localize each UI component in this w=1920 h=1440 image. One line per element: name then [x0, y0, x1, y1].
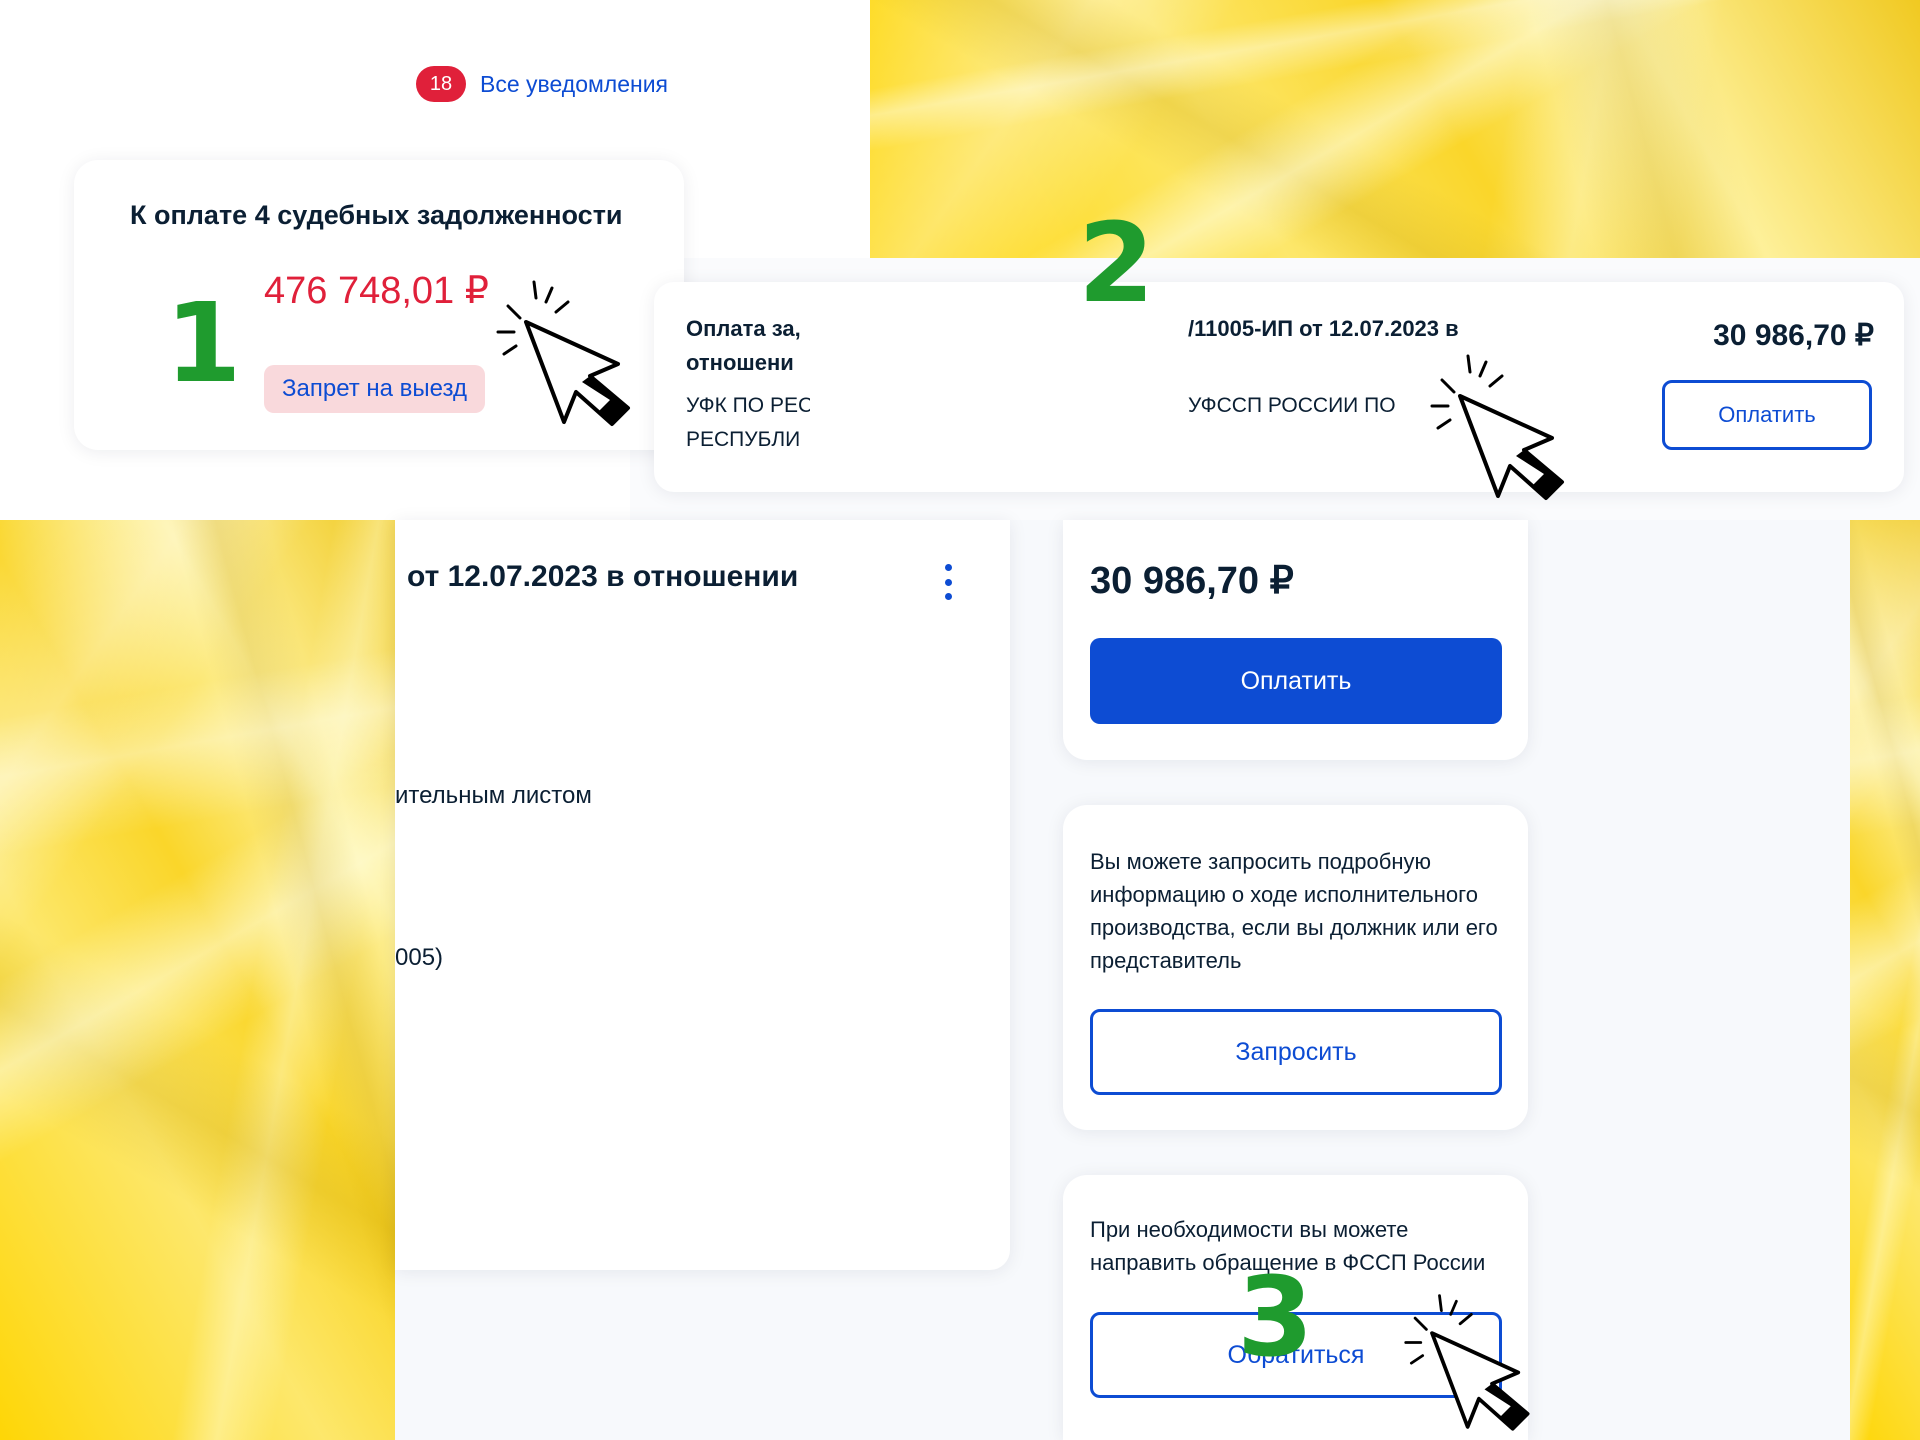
yellow-background-top-right [870, 0, 1920, 260]
yellow-background-right [1850, 520, 1920, 1440]
notifications-link[interactable]: 18 Все уведомления [416, 66, 668, 102]
payment-row-pay-button[interactable]: Оплатить [1662, 380, 1872, 450]
request-info-panel: Вы можете запросить подробную информацию… [1063, 805, 1528, 1130]
debt-detail-card: от 12.07.2023 в отношении ительным листо… [395, 520, 1010, 1270]
debt-summary-title: К оплате 4 судебных задолженности [130, 200, 623, 230]
step-number-1: 1 [165, 279, 242, 407]
detail-line-code: 005) [395, 944, 444, 971]
detail-heading: от 12.07.2023 в отношении [407, 560, 799, 593]
request-info-text: Вы можете запросить подробную информацию… [1090, 849, 1498, 973]
payment-title-left: Оплата за, [686, 316, 801, 341]
payment-recipient-left: УФК ПО РЕС [686, 394, 810, 417]
debt-amount: 476 748,01 ₽ [264, 270, 489, 312]
pay-button[interactable]: Оплатить [1090, 638, 1502, 724]
payment-title-right: /11005-ИП от 12.07.2023 в [1188, 316, 1459, 341]
pay-panel-amount: 30 986,70 ₽ [1090, 560, 1294, 602]
payment-recipient-right: УФССП РОССИИ ПО [1188, 394, 1396, 417]
detail-line-document: ительным листом [395, 782, 592, 809]
notification-count-badge: 18 [416, 66, 466, 102]
payment-row-amount: 30 986,70 ₽ [1713, 319, 1874, 352]
step-number-3: 3 [1237, 1253, 1314, 1381]
click-cursor-icon [1430, 354, 1564, 500]
payment-recipient-line2: РЕСПУБЛИ [686, 428, 801, 451]
click-cursor-icon [496, 280, 630, 426]
request-button[interactable]: Запросить [1090, 1009, 1502, 1095]
click-cursor-icon [1404, 1294, 1530, 1431]
more-options-icon[interactable] [943, 564, 953, 600]
step-number-2: 2 [1078, 199, 1155, 327]
payment-row-card[interactable]: Оплата за, /11005-ИП от 12.07.2023 в отн… [654, 282, 1904, 492]
travel-ban-badge[interactable]: Запрет на выезд [264, 365, 485, 413]
pay-panel: 30 986,70 ₽ Оплатить [1063, 520, 1528, 760]
payment-title-line2: отношени [686, 350, 794, 375]
notifications-label: Все уведомления [480, 70, 669, 97]
yellow-background-left [0, 520, 395, 1440]
